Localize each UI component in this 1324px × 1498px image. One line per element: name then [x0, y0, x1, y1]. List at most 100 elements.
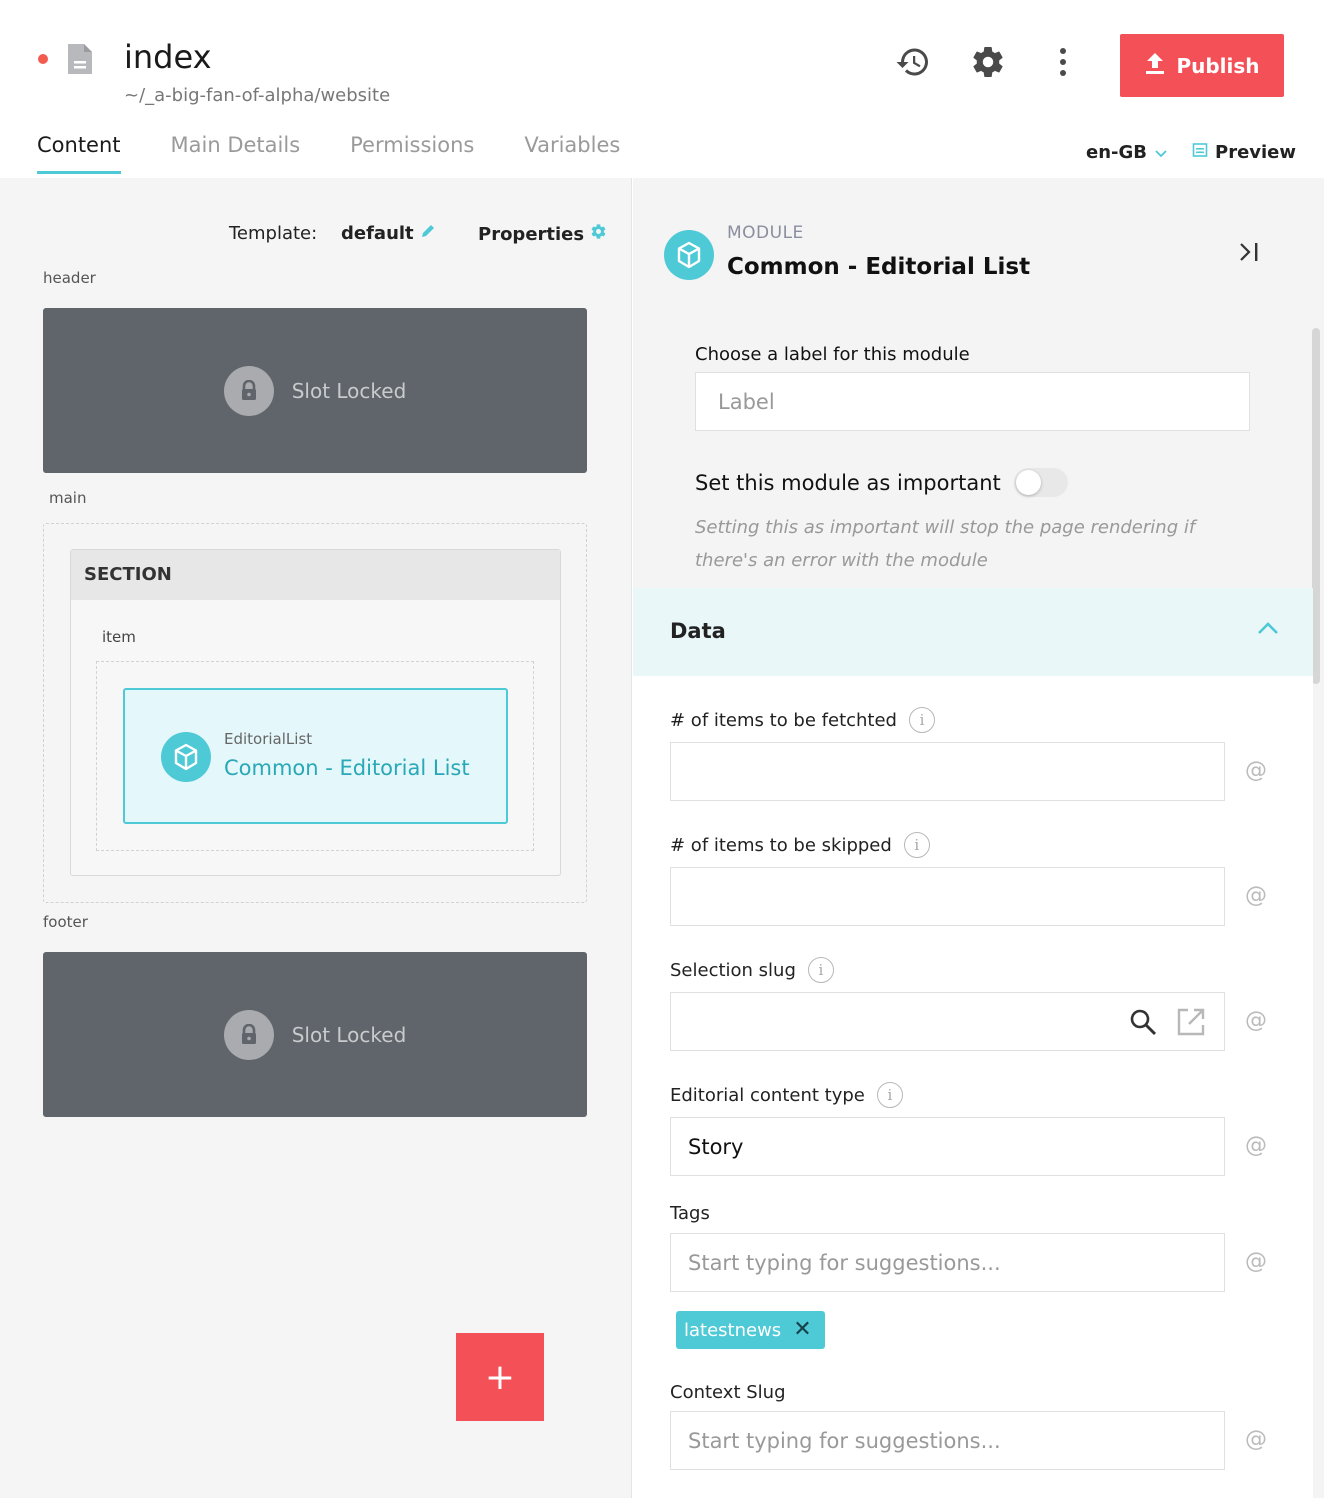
upload-icon [1144, 51, 1166, 80]
info-icon[interactable]: i [807, 957, 834, 983]
slot-label-header: header [43, 269, 96, 287]
fetched-label-text: # of items to be fetchted [670, 709, 897, 731]
publish-button[interactable]: Publish [1120, 34, 1284, 97]
content-type-label-text: Editorial content type [670, 1084, 865, 1106]
skipped-input[interactable] [670, 867, 1225, 926]
chevron-down-icon [1155, 142, 1167, 163]
slot-label-item: item [102, 628, 136, 646]
more-vertical-icon [1058, 47, 1068, 81]
history-button[interactable] [893, 44, 933, 84]
module-kicker: MODULE [727, 223, 804, 243]
data-section-header[interactable]: Data [633, 588, 1313, 676]
data-section-body: # of items to be fetchted i @ # of items… [633, 676, 1313, 1498]
tab-content[interactable]: Content [37, 133, 121, 174]
section-title: SECTION [71, 550, 560, 600]
collapse-panel-icon[interactable] [1237, 240, 1261, 268]
at-icon[interactable]: @ [1245, 1427, 1267, 1452]
slot-locked-text: Slot Locked [291, 1022, 407, 1047]
page-header: index ~/_a-big-fan-of-alpha/website Publ… [0, 0, 1324, 178]
properties-button[interactable]: Properties [478, 223, 607, 245]
history-icon [895, 44, 931, 84]
info-icon[interactable]: i [903, 832, 930, 858]
fetched-input[interactable] [670, 742, 1225, 801]
template-value: default [341, 223, 414, 244]
locale-select[interactable]: en-GB [1086, 142, 1167, 163]
tags-input[interactable]: Start typing for suggestions... [670, 1233, 1225, 1292]
module-type: EditorialList [224, 730, 313, 748]
tags-field-label: Tags [670, 1203, 710, 1224]
module-name: Common - Editorial List [224, 756, 470, 780]
template-selector[interactable]: default [341, 223, 436, 244]
section-block[interactable]: SECTION item EditorialList Common - Edit… [70, 549, 561, 876]
selection-slug-field-label: Selection slug i [670, 957, 834, 983]
tab-permissions[interactable]: Permissions [350, 133, 474, 174]
pencil-icon [420, 223, 436, 244]
preview-label: Preview [1215, 142, 1297, 163]
cube-icon [664, 230, 714, 280]
context-slug-input[interactable]: Start typing for suggestions... [670, 1411, 1225, 1470]
module-label-input[interactable]: Label [695, 372, 1250, 431]
at-icon[interactable]: @ [1245, 758, 1267, 783]
slot-label-footer: footer [43, 913, 88, 931]
gear-icon [590, 223, 607, 245]
add-module-button[interactable]: + [456, 1333, 544, 1421]
tab-main-details[interactable]: Main Details [171, 133, 301, 174]
context-slug-field-label: Context Slug [670, 1382, 786, 1403]
close-icon[interactable]: ✕ [793, 1319, 811, 1341]
preview-icon [1192, 142, 1208, 163]
gear-icon [970, 44, 1006, 84]
item-slot: EditorialList Common - Editorial List [96, 661, 534, 851]
important-toggle[interactable] [1014, 468, 1068, 497]
properties-label: Properties [478, 223, 585, 245]
page-path: ~/_a-big-fan-of-alpha/website [124, 85, 391, 106]
slot-locked-text: Slot Locked [291, 378, 407, 403]
module-title: Common - Editorial List [727, 254, 1031, 280]
tag-chip-label: latestnews [684, 1319, 782, 1341]
header-slot-locked: Slot Locked [43, 308, 587, 473]
unsaved-dot [38, 54, 48, 64]
toggle-knob [1016, 470, 1041, 495]
skipped-label-text: # of items to be skipped [670, 834, 892, 856]
at-icon[interactable]: @ [1245, 1249, 1267, 1274]
settings-button[interactable] [968, 44, 1008, 84]
cube-icon [161, 732, 211, 782]
tags-label-text: Tags [670, 1203, 710, 1224]
at-icon[interactable]: @ [1245, 883, 1267, 908]
data-title: Data [670, 619, 726, 643]
locale-value: en-GB [1086, 142, 1147, 163]
external-link-icon[interactable] [1176, 1007, 1206, 1042]
label-caption: Choose a label for this module [695, 344, 970, 365]
lock-icon [223, 365, 274, 416]
important-label: Set this module as important [695, 471, 1001, 495]
template-label: Template: [229, 223, 318, 244]
scrollbar[interactable] [1312, 328, 1320, 684]
lock-icon [223, 1009, 274, 1060]
slug-actions [1128, 1007, 1206, 1042]
search-icon[interactable] [1128, 1007, 1158, 1042]
app: index ~/_a-big-fan-of-alpha/website Publ… [0, 0, 1324, 1498]
tag-chip: latestnews ✕ [676, 1311, 825, 1349]
module-editor-panel: MODULE Common - Editorial List Choose a … [633, 178, 1324, 1498]
selection-slug-input[interactable] [670, 992, 1225, 1051]
important-note: Setting this as important will stop the … [695, 517, 1196, 571]
chevron-up-icon [1257, 620, 1279, 639]
page-title: index [124, 38, 212, 76]
info-icon[interactable]: i [876, 1082, 903, 1108]
skipped-field-label: # of items to be skipped i [670, 832, 930, 858]
tab-variables[interactable]: Variables [524, 133, 620, 174]
info-icon[interactable]: i [909, 707, 935, 733]
content-type-select[interactable]: Story [670, 1117, 1225, 1176]
layout-pane: Template: default Properties header Slot… [0, 178, 632, 1498]
content-type-field-label: Editorial content type i [670, 1082, 903, 1108]
at-icon[interactable]: @ [1245, 1008, 1267, 1033]
at-icon[interactable]: @ [1245, 1133, 1267, 1158]
publish-label: Publish [1176, 53, 1260, 78]
preview-button[interactable]: Preview [1192, 142, 1296, 163]
file-icon [66, 42, 94, 80]
module-card-editorial-list[interactable]: EditorialList Common - Editorial List [123, 688, 508, 824]
selection-slug-label-text: Selection slug [670, 959, 796, 981]
more-button[interactable] [1043, 44, 1083, 84]
slot-label-main: main [49, 489, 87, 507]
fetched-field-label: # of items to be fetchted i [670, 707, 935, 733]
context-slug-label-text: Context Slug [670, 1382, 786, 1403]
